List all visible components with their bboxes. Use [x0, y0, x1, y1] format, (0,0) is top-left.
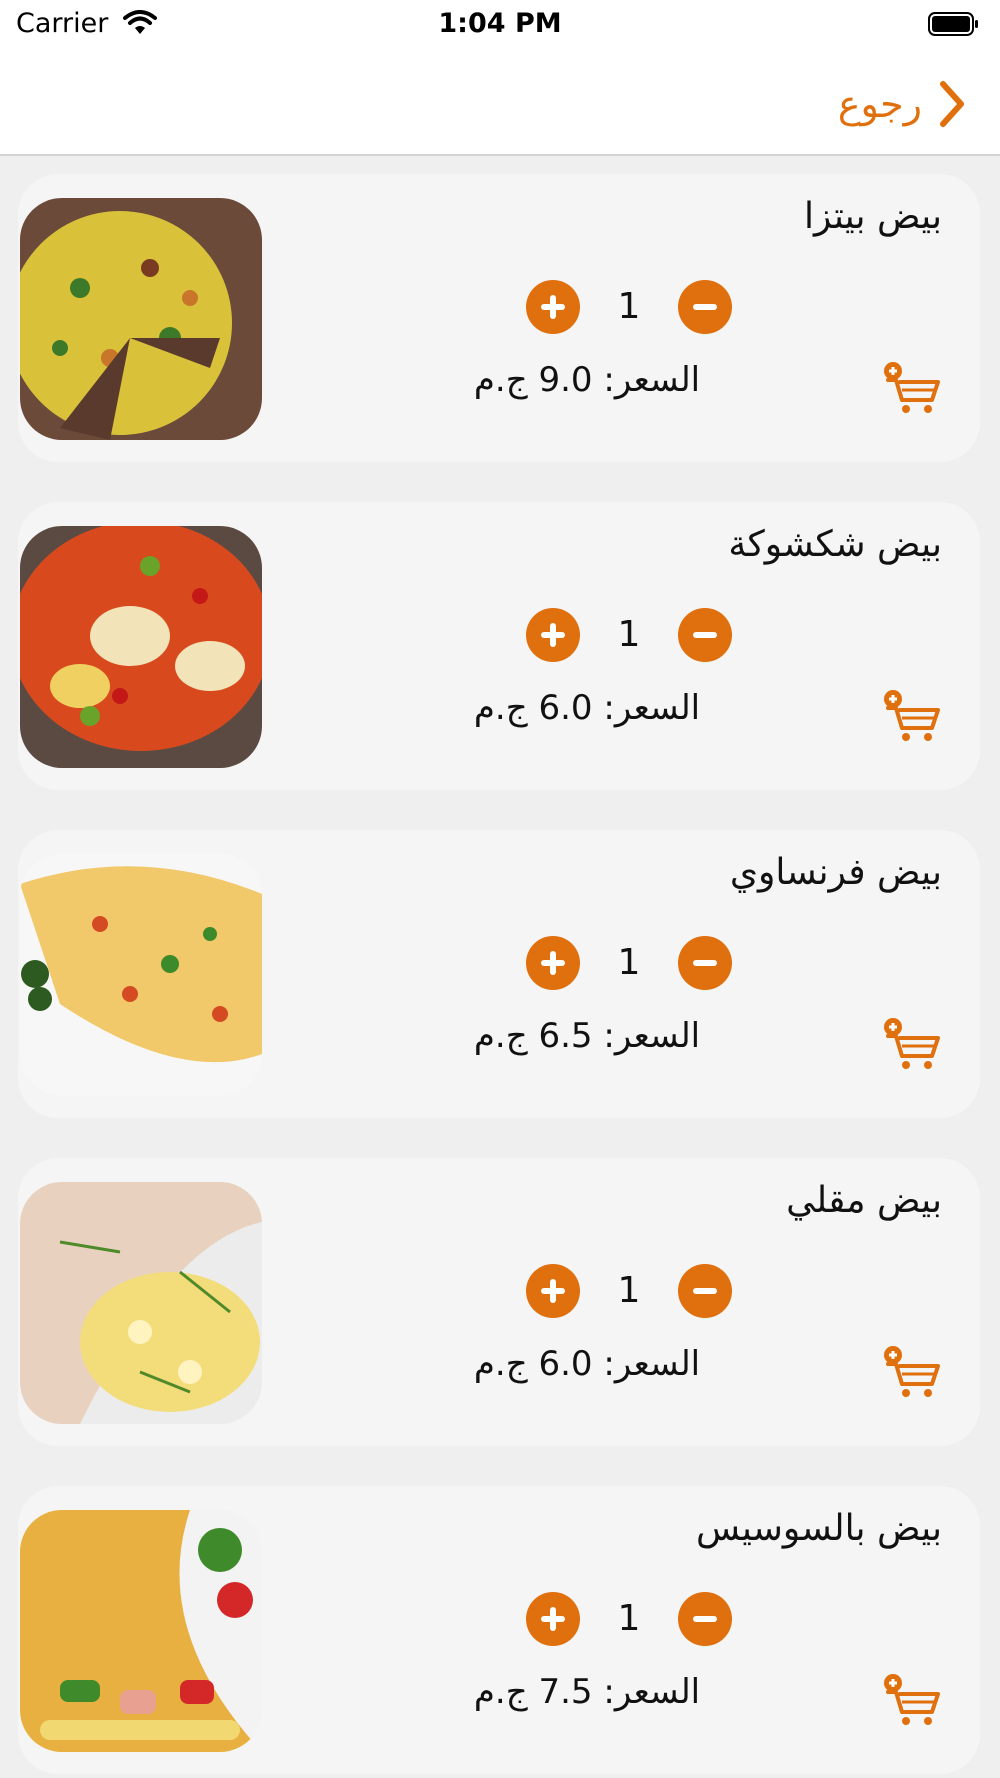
- decrease-quantity-button[interactable]: [678, 608, 732, 662]
- chevron-right-icon: [940, 81, 964, 127]
- increase-quantity-button[interactable]: [526, 1592, 580, 1646]
- scrambled-eggs-pita-photo-image: [20, 1182, 262, 1424]
- status-time: 1:04 PM: [438, 8, 562, 39]
- menu-item-card: بيض شكشوكة 1 السعر: 6.0 ج.م: [18, 502, 980, 790]
- back-label: رجوع: [837, 82, 922, 126]
- navigation-bar: رجوع: [0, 52, 1000, 156]
- increase-quantity-button[interactable]: [526, 280, 580, 334]
- minus-icon: [693, 960, 717, 966]
- decrease-quantity-button[interactable]: [678, 1592, 732, 1646]
- minus-icon: [693, 304, 717, 310]
- minus-icon: [693, 632, 717, 638]
- menu-item-card: بيض بيتزا 1 السعر: 9.0 ج.م: [18, 174, 980, 462]
- item-price: السعر: 6.5 ج.م: [473, 1016, 701, 1056]
- french-omelette-photo-image: [20, 854, 262, 1096]
- item-name: بيض فرنساوي: [729, 852, 942, 893]
- item-price: السعر: 6.0 ج.م: [473, 688, 701, 728]
- battery-icon: [928, 12, 978, 36]
- item-name: بيض مقلي: [786, 1180, 942, 1221]
- item-price: السعر: 6.0 ج.م: [473, 1344, 701, 1384]
- pizza-omelette-photo-image: [20, 198, 262, 440]
- quantity-value: 1: [617, 614, 641, 655]
- quantity-value: 1: [617, 286, 641, 327]
- quantity-stepper: 1: [526, 280, 732, 334]
- status-bar: Carrier 1:04 PM: [0, 0, 1000, 52]
- decrease-quantity-button[interactable]: [678, 280, 732, 334]
- back-button[interactable]: رجوع: [838, 76, 966, 132]
- increase-quantity-button[interactable]: [526, 608, 580, 662]
- quantity-value: 1: [617, 1270, 641, 1311]
- scrambled-eggs-pita-photo: [20, 1182, 262, 1424]
- item-price: السعر: 7.5 ج.م: [473, 1672, 701, 1712]
- french-omelette-photo: [20, 854, 262, 1096]
- add-to-cart-icon[interactable]: [882, 360, 944, 416]
- shakshuka-photo-image: [20, 526, 262, 768]
- increase-quantity-button[interactable]: [526, 936, 580, 990]
- item-price: السعر: 9.0 ج.م: [473, 360, 701, 400]
- quantity-stepper: 1: [526, 1264, 732, 1318]
- add-to-cart-icon[interactable]: [882, 1016, 944, 1072]
- menu-item-card: بيض بالسوسيس 1 السعر: 7.5 ج.م: [18, 1486, 980, 1774]
- add-to-cart-icon[interactable]: [882, 688, 944, 744]
- quantity-value: 1: [617, 942, 641, 983]
- item-name: بيض بيتزا: [803, 196, 942, 237]
- quantity-value: 1: [617, 1598, 641, 1639]
- pizza-omelette-photo: [20, 198, 262, 440]
- add-to-cart-icon[interactable]: [882, 1672, 944, 1728]
- add-to-cart-icon[interactable]: [882, 1344, 944, 1400]
- increase-quantity-button[interactable]: [526, 1264, 580, 1318]
- decrease-quantity-button[interactable]: [678, 936, 732, 990]
- minus-icon: [693, 1288, 717, 1294]
- menu-item-card: بيض فرنساوي 1 السعر: 6.5 ج.م: [18, 830, 980, 1118]
- sausage-omelette-photo: [20, 1510, 262, 1752]
- minus-icon: [693, 1616, 717, 1622]
- quantity-stepper: 1: [526, 608, 732, 662]
- quantity-stepper: 1: [526, 1592, 732, 1646]
- sausage-omelette-photo-image: [20, 1510, 262, 1752]
- item-name: بيض شكشوكة: [728, 524, 942, 565]
- shakshuka-photo: [20, 526, 262, 768]
- quantity-stepper: 1: [526, 936, 732, 990]
- item-name: بيض بالسوسيس: [695, 1508, 942, 1549]
- menu-item-card: بيض مقلي 1 السعر: 6.0 ج.م: [18, 1158, 980, 1446]
- decrease-quantity-button[interactable]: [678, 1264, 732, 1318]
